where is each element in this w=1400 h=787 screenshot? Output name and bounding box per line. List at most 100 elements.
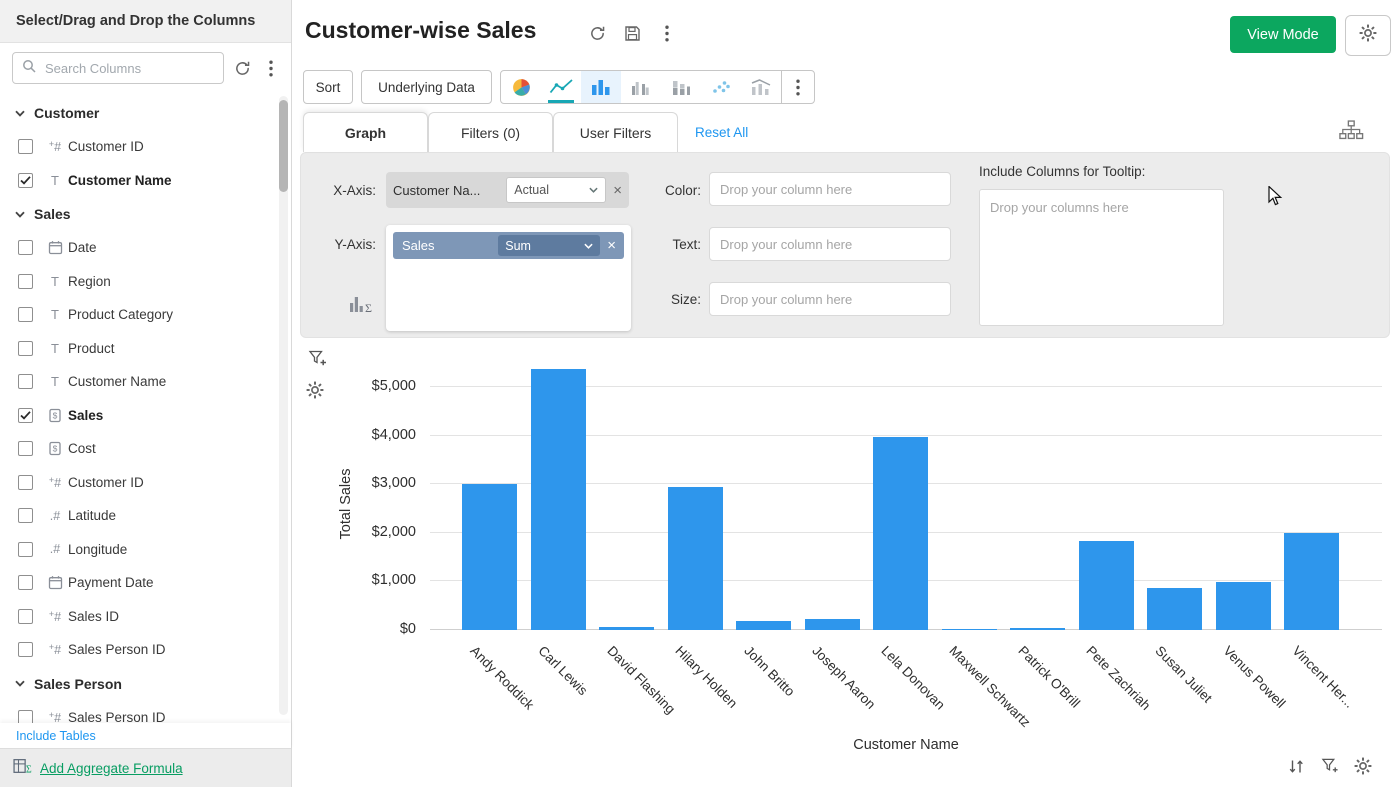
tab-graph[interactable]: Graph (303, 112, 428, 152)
sidebar-scrollbar[interactable] (279, 96, 288, 715)
column-item-customer-name[interactable]: TCustomer Name (0, 164, 279, 198)
sidebar-more-icon[interactable] (260, 57, 282, 79)
checkbox[interactable] (18, 475, 33, 490)
stacked-bar-chart-icon[interactable] (661, 71, 701, 103)
sort-button[interactable]: Sort (303, 70, 353, 104)
bar-pete-zachriah[interactable] (1079, 541, 1134, 630)
column-item-region[interactable]: TRegion (0, 265, 279, 299)
combo-chart-icon[interactable] (741, 71, 781, 103)
chart-gear-icon[interactable] (306, 381, 324, 404)
add-filter-icon[interactable] (308, 349, 327, 373)
column-item-sales-id[interactable]: +#Sales ID (0, 600, 279, 634)
checkbox[interactable] (18, 274, 33, 289)
column-item-product-category[interactable]: TProduct Category (0, 298, 279, 332)
tooltip-columns-drop-zone[interactable]: Drop your columns here (979, 189, 1224, 326)
bar-venus-powell[interactable] (1216, 582, 1271, 630)
checkbox[interactable] (18, 408, 33, 423)
column-item-customer-id[interactable]: +#Customer ID (0, 466, 279, 500)
search-input[interactable] (43, 60, 223, 77)
search-box[interactable] (12, 52, 224, 84)
y-axis-label: Y-Axis: (316, 237, 376, 252)
color-drop-zone[interactable]: Drop your column here (709, 172, 951, 206)
checkbox[interactable] (18, 374, 33, 389)
chart-sort-icon[interactable] (1286, 755, 1308, 777)
scrollbar-thumb[interactable] (279, 100, 288, 192)
bar-joseph-aaron[interactable] (805, 619, 860, 630)
bar-maxwell-schwartz[interactable] (942, 629, 997, 630)
bar-susan-juliet[interactable] (1147, 588, 1202, 630)
chart-filter-icon[interactable] (1319, 755, 1341, 777)
checkbox[interactable] (18, 642, 33, 657)
bar-david-flashing[interactable] (599, 627, 654, 630)
x-axis-chip[interactable]: Customer Na... Actual × (386, 172, 629, 208)
underlying-data-button[interactable]: Underlying Data (361, 70, 492, 104)
remove-y-column-icon[interactable]: × (607, 238, 616, 253)
sidebar-section-sales-person[interactable]: Sales Person (0, 667, 279, 701)
refresh-columns-icon[interactable] (231, 57, 253, 79)
y-axis-aggregate-select[interactable]: Sum (498, 235, 600, 256)
checkbox[interactable] (18, 609, 33, 624)
aggregate-bars-icon[interactable]: Σ (349, 293, 373, 319)
checkbox[interactable] (18, 441, 33, 456)
bar-carl-lewis[interactable] (531, 369, 586, 630)
tab-user-filters[interactable]: User Filters (553, 112, 678, 152)
checkbox[interactable] (18, 341, 33, 356)
bar-vincent-her[interactable] (1284, 533, 1339, 630)
remove-x-column-icon[interactable]: × (613, 183, 622, 198)
sidebar-section-sales[interactable]: Sales (0, 197, 279, 231)
bar-andy-roddick[interactable] (462, 484, 517, 630)
checkbox[interactable] (18, 710, 33, 723)
include-tables-link[interactable]: Include Tables (0, 723, 291, 749)
size-drop-zone[interactable]: Drop your column here (709, 282, 951, 316)
section-label: Sales Person (34, 676, 122, 692)
column-item-customer-id[interactable]: +#Customer ID (0, 130, 279, 164)
view-mode-button[interactable]: View Mode (1230, 16, 1336, 53)
column-item-sales-person-id[interactable]: +#Sales Person ID (0, 701, 279, 724)
column-item-date[interactable]: Date (0, 231, 279, 265)
column-item-longitude[interactable]: .#Longitude (0, 533, 279, 567)
text-type-icon: T (44, 374, 66, 389)
bar-john-britto[interactable] (736, 621, 791, 630)
checkbox[interactable] (18, 173, 33, 188)
sidebar-section-customer[interactable]: Customer (0, 96, 279, 130)
title-more-icon[interactable] (656, 22, 678, 44)
tab-filters-0[interactable]: Filters (0) (428, 112, 553, 152)
add-aggregate-formula-link[interactable]: Add Aggregate Formula (40, 761, 183, 776)
hierarchy-icon[interactable] (1338, 120, 1364, 145)
y-axis-panel[interactable]: Sales Sum × (386, 225, 631, 331)
text-drop-zone[interactable]: Drop your column here (709, 227, 951, 261)
bar-lela-donovan[interactable] (873, 437, 928, 630)
column-item-latitude[interactable]: .#Latitude (0, 499, 279, 533)
x-axis-label: X-Axis: (316, 183, 376, 198)
checkbox[interactable] (18, 508, 33, 523)
y-tick-label: $3,000 (338, 475, 416, 491)
grouped-bar-chart-icon[interactable] (621, 71, 661, 103)
y-axis-chip[interactable]: Sales Sum × (393, 232, 624, 259)
save-icon[interactable] (621, 22, 643, 44)
bar-hilary-holden[interactable] (668, 487, 723, 630)
refresh-report-icon[interactable] (586, 22, 608, 44)
pie-chart-icon[interactable] (501, 71, 541, 103)
checkbox[interactable] (18, 575, 33, 590)
column-item-sales[interactable]: $Sales (0, 399, 279, 433)
column-item-product[interactable]: TProduct (0, 332, 279, 366)
text-label: Text: (646, 237, 701, 252)
line-chart-icon[interactable] (541, 71, 581, 103)
x-axis-aggregate-select[interactable]: Actual (506, 177, 606, 203)
chart-settings-icon[interactable] (1352, 755, 1374, 777)
scatter-chart-icon[interactable] (701, 71, 741, 103)
checkbox[interactable] (18, 542, 33, 557)
column-item-customer-name[interactable]: TCustomer Name (0, 365, 279, 399)
checkbox[interactable] (18, 307, 33, 322)
column-item-payment-date[interactable]: Payment Date (0, 566, 279, 600)
checkbox[interactable] (18, 240, 33, 255)
checkbox[interactable] (18, 139, 33, 154)
bar-chart-icon[interactable] (581, 71, 621, 103)
column-item-cost[interactable]: $Cost (0, 432, 279, 466)
column-item-sales-person-id[interactable]: +#Sales Person ID (0, 633, 279, 667)
chart-types-more-icon[interactable] (781, 71, 814, 103)
settings-button[interactable] (1345, 15, 1391, 56)
bar-patrick-o-brill[interactable] (1010, 628, 1065, 630)
reset-all-link[interactable]: Reset All (695, 112, 748, 152)
sidebar-footer: Σ Add Aggregate Formula (0, 748, 291, 787)
